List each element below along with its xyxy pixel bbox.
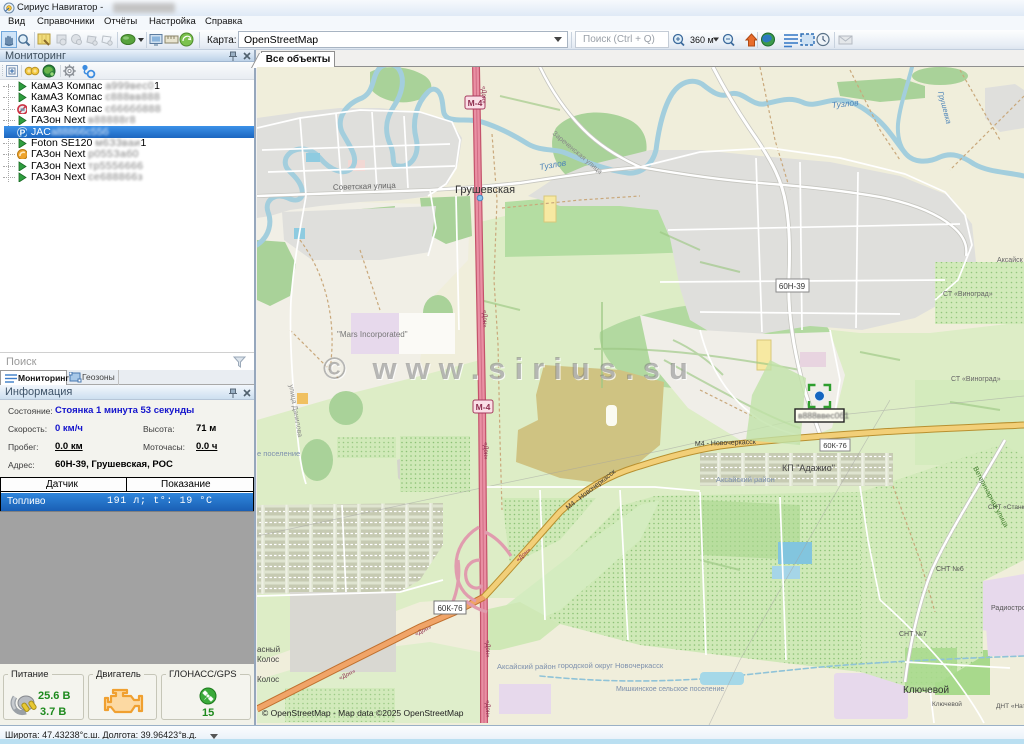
svg-text:60К-76: 60К-76 bbox=[823, 441, 847, 450]
svg-text:«Дон»: «Дон» bbox=[484, 640, 490, 658]
svg-text:60Н-39: 60Н-39 bbox=[779, 282, 806, 291]
svg-text:в888ввес0б1: в888ввес0б1 bbox=[798, 411, 849, 421]
svg-text:ДНТ «Нат: ДНТ «Нат bbox=[996, 703, 1024, 710]
svg-text:СНТ №6: СНТ №6 bbox=[936, 566, 964, 573]
svg-text:асный: асный bbox=[257, 645, 280, 654]
svg-text:© OpenStreetMap - Map data ©20: © OpenStreetMap - Map data ©2025 OpenStr… bbox=[262, 708, 464, 718]
svg-text:«Дон»: «Дон» bbox=[481, 310, 487, 328]
svg-text:Грушевская: Грушевская bbox=[455, 184, 515, 196]
svg-text:КП "Адажио": КП "Адажио" bbox=[782, 463, 835, 473]
svg-text:«Дон»: «Дон» bbox=[482, 442, 488, 460]
svg-text:Мишкинское сельское поселение: Мишкинское сельское поселение bbox=[616, 686, 724, 693]
svg-text:P: P bbox=[20, 127, 26, 136]
svg-text:СТ «Виноград»: СТ «Виноград» bbox=[951, 376, 1001, 383]
svg-text:60К-76: 60К-76 bbox=[437, 604, 463, 613]
svg-text:Ключевой: Ключевой bbox=[903, 685, 949, 696]
svg-text:Ключевой: Ключевой bbox=[932, 700, 962, 708]
svg-text:"Mars Incorporated": "Mars Incorporated" bbox=[337, 330, 408, 339]
svg-text:городской округ Новочеркасск: городской округ Новочеркасск bbox=[558, 661, 664, 670]
svg-text:е поселение: е поселение bbox=[257, 449, 300, 458]
svg-text:Аксайский район: Аксайский район bbox=[716, 475, 775, 484]
svg-text:Аксайск: Аксайск bbox=[997, 256, 1024, 264]
svg-text:«Дон»: «Дон» bbox=[480, 86, 486, 104]
svg-text:Радиостро: Радиостро bbox=[991, 605, 1024, 612]
svg-text:Аксайский район: Аксайский район bbox=[497, 662, 556, 671]
svg-text:СНТ №7: СНТ №7 bbox=[899, 631, 927, 638]
svg-text:«Дон»: «Дон» bbox=[484, 700, 490, 718]
svg-text:М-4: М-4 bbox=[476, 402, 491, 412]
svg-text:Колос: Колос bbox=[257, 655, 279, 664]
svg-text:Колос: Колос bbox=[257, 675, 279, 684]
svg-text:СТ «Виноград»: СТ «Виноград» bbox=[943, 291, 993, 298]
